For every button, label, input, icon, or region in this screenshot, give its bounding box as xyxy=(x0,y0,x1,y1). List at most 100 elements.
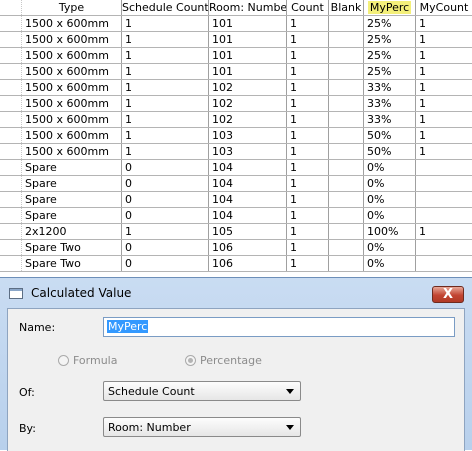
cell-blank[interactable] xyxy=(329,16,364,31)
cell-schedule-count[interactable]: 0 xyxy=(122,160,209,175)
cell-schedule-count[interactable]: 0 xyxy=(122,208,209,223)
table-row[interactable]: Spare 0 104 1 0% xyxy=(0,208,472,224)
cell-mycount[interactable]: 1 xyxy=(416,128,472,143)
cell-myperc[interactable]: 0% xyxy=(364,160,416,175)
row-header[interactable] xyxy=(0,112,22,127)
column-header-myperc[interactable]: MyPerc xyxy=(364,0,416,15)
cell-schedule-count[interactable]: 1 xyxy=(122,112,209,127)
cell-mycount[interactable] xyxy=(416,240,472,255)
table-row[interactable]: Spare 0 104 1 0% xyxy=(0,160,472,176)
cell-myperc[interactable]: 25% xyxy=(364,16,416,31)
cell-room-number[interactable]: 104 xyxy=(209,160,287,175)
table-row[interactable]: Spare 0 104 1 0% xyxy=(0,192,472,208)
row-header[interactable] xyxy=(0,208,22,223)
cell-room-number[interactable]: 106 xyxy=(209,240,287,255)
cell-myperc[interactable]: 100% xyxy=(364,224,416,239)
cell-room-number[interactable]: 103 xyxy=(209,128,287,143)
cell-count[interactable]: 1 xyxy=(287,208,329,223)
cell-blank[interactable] xyxy=(329,224,364,239)
cell-type[interactable]: 1500 x 600mm xyxy=(22,48,122,63)
table-row[interactable]: 1500 x 600mm 1 101 1 25% 1 xyxy=(0,48,472,64)
cell-schedule-count[interactable]: 0 xyxy=(122,176,209,191)
row-header[interactable] xyxy=(0,256,22,271)
cell-blank[interactable] xyxy=(329,64,364,79)
cell-myperc[interactable]: 0% xyxy=(364,176,416,191)
cell-mycount[interactable]: 1 xyxy=(416,112,472,127)
cell-blank[interactable] xyxy=(329,240,364,255)
table-row[interactable]: 1500 x 600mm 1 103 1 50% 1 xyxy=(0,128,472,144)
percentage-radio[interactable]: Percentage xyxy=(185,354,262,367)
cell-schedule-count[interactable]: 0 xyxy=(122,256,209,271)
row-header[interactable] xyxy=(0,48,22,63)
cell-blank[interactable] xyxy=(329,96,364,111)
column-header-count[interactable]: Count xyxy=(287,0,329,15)
cell-count[interactable]: 1 xyxy=(287,48,329,63)
cell-room-number[interactable]: 104 xyxy=(209,192,287,207)
cell-count[interactable]: 1 xyxy=(287,160,329,175)
cell-schedule-count[interactable]: 1 xyxy=(122,96,209,111)
cell-type[interactable]: 1500 x 600mm xyxy=(22,144,122,159)
table-row[interactable]: 1500 x 600mm 1 101 1 25% 1 xyxy=(0,32,472,48)
cell-type[interactable]: 1500 x 600mm xyxy=(22,112,122,127)
row-header[interactable] xyxy=(0,160,22,175)
cell-room-number[interactable]: 101 xyxy=(209,32,287,47)
dialog-title-bar[interactable]: Calculated Value X xyxy=(0,278,472,308)
cell-type[interactable]: Spare Two xyxy=(22,240,122,255)
name-input[interactable]: MyPerc xyxy=(103,317,455,337)
cell-room-number[interactable]: 101 xyxy=(209,64,287,79)
cell-myperc[interactable]: 25% xyxy=(364,64,416,79)
cell-mycount[interactable]: 1 xyxy=(416,80,472,95)
table-row[interactable]: Spare Two 0 106 1 0% xyxy=(0,240,472,256)
cell-schedule-count[interactable]: 1 xyxy=(122,144,209,159)
cell-count[interactable]: 1 xyxy=(287,144,329,159)
close-button[interactable]: X xyxy=(432,286,464,303)
cell-blank[interactable] xyxy=(329,192,364,207)
table-row[interactable]: 1500 x 600mm 1 101 1 25% 1 xyxy=(0,16,472,32)
row-header[interactable] xyxy=(0,192,22,207)
cell-type[interactable]: 1500 x 600mm xyxy=(22,16,122,31)
cell-myperc[interactable]: 50% xyxy=(364,128,416,143)
cell-type[interactable]: Spare Two xyxy=(22,256,122,271)
cell-room-number[interactable]: 102 xyxy=(209,112,287,127)
cell-type[interactable]: 1500 x 600mm xyxy=(22,64,122,79)
row-header[interactable] xyxy=(0,32,22,47)
row-header[interactable] xyxy=(0,128,22,143)
cell-schedule-count[interactable]: 0 xyxy=(122,192,209,207)
cell-room-number[interactable]: 105 xyxy=(209,224,287,239)
cell-count[interactable]: 1 xyxy=(287,32,329,47)
table-row[interactable]: 1500 x 600mm 1 103 1 50% 1 xyxy=(0,144,472,160)
cell-mycount[interactable] xyxy=(416,160,472,175)
cell-room-number[interactable]: 104 xyxy=(209,208,287,223)
cell-blank[interactable] xyxy=(329,128,364,143)
cell-room-number[interactable]: 102 xyxy=(209,80,287,95)
cell-mycount[interactable]: 1 xyxy=(416,96,472,111)
cell-type[interactable]: 2x1200 xyxy=(22,224,122,239)
cell-blank[interactable] xyxy=(329,208,364,223)
cell-mycount[interactable] xyxy=(416,208,472,223)
cell-myperc[interactable]: 0% xyxy=(364,240,416,255)
cell-count[interactable]: 1 xyxy=(287,224,329,239)
cell-blank[interactable] xyxy=(329,144,364,159)
cell-myperc[interactable]: 0% xyxy=(364,256,416,271)
cell-room-number[interactable]: 104 xyxy=(209,176,287,191)
column-header-schedule-count[interactable]: Schedule Count xyxy=(122,0,209,15)
row-header[interactable] xyxy=(0,240,22,255)
cell-blank[interactable] xyxy=(329,32,364,47)
formula-radio[interactable]: Formula xyxy=(58,354,117,367)
cell-count[interactable]: 1 xyxy=(287,64,329,79)
cell-schedule-count[interactable]: 0 xyxy=(122,240,209,255)
table-row[interactable]: 1500 x 600mm 1 101 1 25% 1 xyxy=(0,64,472,80)
cell-type[interactable]: Spare xyxy=(22,192,122,207)
cell-room-number[interactable]: 101 xyxy=(209,48,287,63)
cell-type[interactable]: 1500 x 600mm xyxy=(22,96,122,111)
cell-count[interactable]: 1 xyxy=(287,128,329,143)
table-row[interactable]: Spare 0 104 1 0% xyxy=(0,176,472,192)
cell-schedule-count[interactable]: 1 xyxy=(122,80,209,95)
cell-schedule-count[interactable]: 1 xyxy=(122,128,209,143)
cell-type[interactable]: Spare xyxy=(22,160,122,175)
row-header[interactable] xyxy=(0,64,22,79)
cell-mycount[interactable] xyxy=(416,192,472,207)
cell-count[interactable]: 1 xyxy=(287,96,329,111)
cell-blank[interactable] xyxy=(329,160,364,175)
cell-type[interactable]: Spare xyxy=(22,208,122,223)
